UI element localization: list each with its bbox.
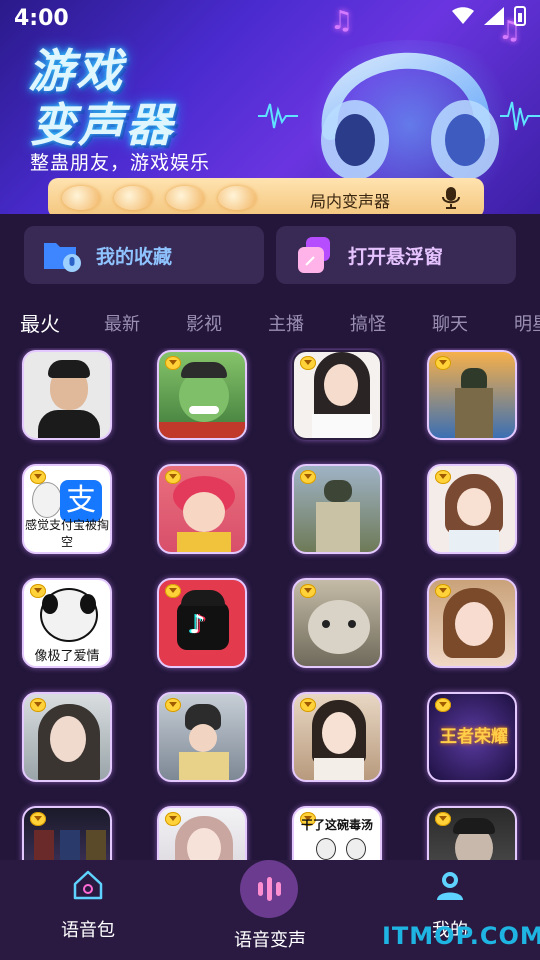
signal-icon — [484, 7, 504, 25]
voice-pack-tile[interactable] — [22, 806, 112, 860]
vip-crown-icon — [300, 698, 316, 712]
voice-changer-button[interactable] — [240, 860, 298, 918]
tab-chat[interactable]: 聊天 — [432, 310, 468, 336]
headphones-icon — [321, 52, 499, 180]
vip-crown-icon — [435, 584, 451, 598]
voice-pack-tile[interactable] — [427, 350, 517, 440]
vip-crown-icon — [30, 698, 46, 712]
my-favorites-button[interactable]: 我的收藏 — [24, 226, 264, 284]
banner-title-line1: 游戏 — [28, 44, 124, 98]
voice-pack-tile[interactable] — [22, 692, 112, 782]
open-floating-window-button[interactable]: 打开悬浮窗 — [276, 226, 516, 284]
voice-pack-tile[interactable]: 像极了爱情 — [22, 578, 112, 668]
voice-pack-tile[interactable]: 干了这碗毒汤 — [292, 806, 382, 860]
vip-crown-icon — [165, 812, 181, 826]
voice-pack-caption: 干了这碗毒汤 — [300, 818, 373, 832]
status-time: 4:00 — [14, 6, 69, 31]
voice-pack-tile[interactable] — [157, 350, 247, 440]
folder-mic-icon — [44, 243, 81, 272]
vip-crown-icon — [435, 356, 451, 370]
vip-crown-icon — [300, 470, 316, 484]
vip-crown-icon — [30, 812, 46, 826]
voice-pack-tile[interactable] — [292, 350, 382, 440]
voice-pack-tile[interactable] — [22, 350, 112, 440]
wifi-icon — [452, 7, 474, 24]
vip-crown-icon — [300, 584, 316, 598]
voice-pack-tile[interactable] — [157, 464, 247, 554]
voice-pack-tile[interactable] — [292, 578, 382, 668]
vip-crown-icon — [165, 356, 181, 370]
voice-pack-tile[interactable]: 支 感觉支付宝被掏空 — [22, 464, 112, 554]
vip-crown-icon — [435, 812, 451, 826]
voice-pack-caption: 感觉支付宝被掏空 — [24, 518, 109, 549]
vip-crown-icon — [300, 356, 316, 370]
vip-crown-icon — [435, 470, 451, 484]
vip-crown-icon — [165, 470, 181, 484]
voice-pack-tile[interactable] — [427, 464, 517, 554]
voice-pack-tile[interactable]: ♪ — [157, 578, 247, 668]
banner-subtitle: 整蛊朋友，游戏娱乐 — [30, 152, 211, 174]
floating-window-icon — [298, 237, 330, 273]
banner-title-line2: 变声器 — [30, 98, 174, 152]
open-floating-window-label: 打开悬浮窗 — [348, 245, 444, 268]
vip-crown-icon — [435, 698, 451, 712]
vip-crown-icon — [165, 698, 181, 712]
profile-icon — [437, 872, 463, 900]
voice-pack-tile[interactable]: 王者荣耀 — [427, 692, 517, 782]
microphone-icon — [442, 187, 460, 209]
voice-pack-caption: 王者荣耀 — [440, 727, 508, 747]
voice-pack-tile[interactable] — [292, 692, 382, 782]
my-favorites-label: 我的收藏 — [96, 245, 173, 268]
home-icon — [73, 870, 103, 900]
voice-pack-tile[interactable] — [427, 806, 517, 860]
sound-wave-icon — [258, 103, 298, 129]
nav-label-voice-packs: 语音包 — [61, 920, 115, 941]
banner-title: 游戏 变声器 — [28, 44, 174, 152]
in-game-voice-changer-label: 局内变声器 — [310, 192, 391, 211]
nav-item-voice-packs[interactable]: 语音包 — [28, 868, 148, 942]
bubble-decor — [62, 186, 256, 210]
tab-funny[interactable]: 搞怪 — [350, 310, 386, 336]
nav-label-voice-changer: 语音变声 — [234, 930, 306, 951]
status-bar: 4:00 — [0, 0, 540, 36]
watermark: ITMOP.COM — [382, 922, 540, 950]
tab-celebrities[interactable]: 明星 — [514, 310, 540, 336]
tab-newest[interactable]: 最新 — [104, 310, 140, 336]
category-tabs: 最火 最新 影视 主播 搞怪 聊天 明星 — [0, 308, 540, 340]
tab-streamers[interactable]: 主播 — [268, 310, 304, 336]
voice-pack-tile[interactable] — [292, 464, 382, 554]
tab-movies[interactable]: 影视 — [186, 310, 222, 336]
voice-pack-tile[interactable] — [157, 806, 247, 860]
in-game-voice-changer-bar[interactable]: 局内变声器 — [48, 178, 484, 214]
battery-icon — [514, 6, 526, 26]
voice-pack-tile[interactable] — [157, 692, 247, 782]
voice-pack-tile[interactable] — [427, 578, 517, 668]
voice-pack-grid: 支 感觉支付宝被掏空 像极了爱情 ♪ 王者荣耀 干了这碗毒汤 — [0, 348, 540, 860]
tab-hottest[interactable]: 最火 — [20, 308, 60, 337]
vip-crown-icon — [165, 584, 181, 598]
voice-wave-icon — [257, 882, 263, 896]
voice-pack-caption: 像极了爱情 — [34, 649, 100, 664]
